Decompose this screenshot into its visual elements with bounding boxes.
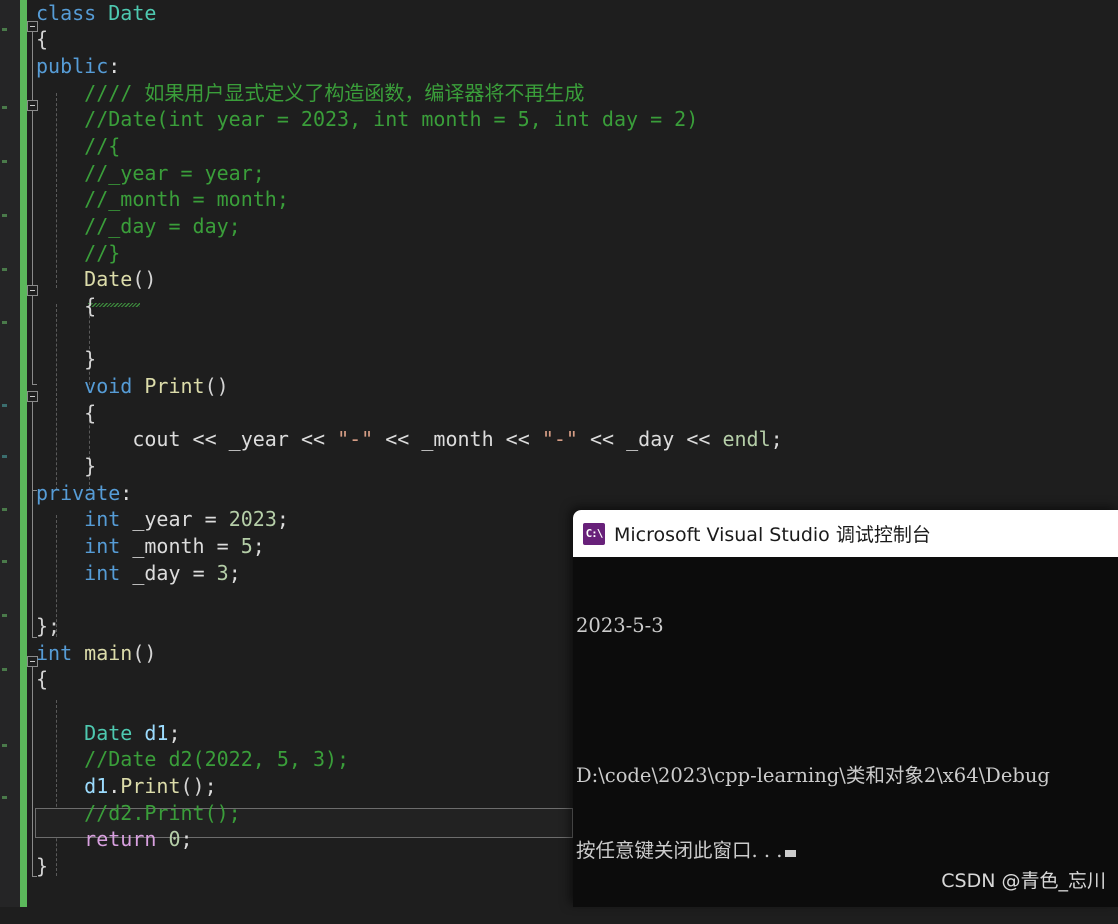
console-prompt-text: 按任意键关闭此窗口. . .: [576, 839, 783, 862]
code-line[interactable]: {: [36, 293, 96, 319]
visual-studio-console-icon: C:\: [583, 522, 605, 545]
code-line[interactable]: }: [36, 853, 48, 879]
code-line[interactable]: class Date: [36, 0, 156, 26]
console-output-line: 按任意键关闭此窗口. . .: [576, 838, 1118, 863]
code-line[interactable]: int _year = 2023;: [36, 506, 289, 532]
code-line[interactable]: void Print(): [36, 373, 229, 399]
code-line[interactable]: //// 如果用户显式定义了构造函数，编译器将不再生成: [36, 80, 584, 106]
code-line[interactable]: Date(): [36, 266, 156, 292]
csdn-watermark: CSDN @青色_忘川: [941, 870, 1106, 892]
code-line[interactable]: }: [36, 346, 96, 372]
code-line[interactable]: d1.Print();: [36, 773, 217, 799]
changed-lines-bar: [20, 0, 27, 907]
code-line[interactable]: //_day = day;: [36, 213, 241, 239]
console-output-blank-line: [576, 688, 1118, 713]
code-line[interactable]: public:: [36, 53, 120, 79]
console-output[interactable]: 2023-5-3 D:\code\2023\cpp-learning\类和对象2…: [573, 557, 1118, 907]
code-line[interactable]: [36, 693, 48, 719]
code-line[interactable]: cout << _year << "-" << _month << "-" <<…: [36, 426, 782, 452]
console-output-line: 2023-5-3: [576, 614, 664, 637]
debug-console-window[interactable]: C:\ Microsoft Visual Studio 调试控制台 2023-5…: [573, 510, 1118, 907]
editor-indicator-strip[interactable]: [0, 0, 20, 907]
console-title-bar[interactable]: C:\ Microsoft Visual Studio 调试控制台: [573, 510, 1118, 557]
code-line[interactable]: [36, 586, 48, 612]
code-line[interactable]: int _day = 3;: [36, 560, 241, 586]
code-line[interactable]: [36, 320, 48, 346]
code-line[interactable]: //Date(int year = 2023, int month = 5, i…: [36, 106, 698, 132]
code-line[interactable]: }: [36, 453, 96, 479]
code-line[interactable]: //_month = month;: [36, 186, 289, 212]
code-line[interactable]: //_year = year;: [36, 160, 265, 186]
console-caret: [784, 850, 796, 857]
code-line[interactable]: return 0;: [36, 826, 192, 852]
code-line[interactable]: };: [36, 613, 60, 639]
console-output-line: D:\code\2023\cpp-learning\类和对象2\x64\Debu…: [576, 764, 1050, 787]
code-line[interactable]: //}: [36, 240, 120, 266]
code-line[interactable]: {: [36, 666, 48, 692]
console-title: Microsoft Visual Studio 调试控制台: [614, 524, 931, 546]
code-line[interactable]: {: [36, 400, 96, 426]
code-line[interactable]: Date d1;: [36, 720, 180, 746]
code-line[interactable]: //d2.Print();: [36, 800, 241, 826]
code-line[interactable]: private:: [36, 480, 132, 506]
code-line[interactable]: //{: [36, 133, 120, 159]
code-line[interactable]: {: [36, 26, 48, 52]
code-line[interactable]: int main(): [36, 640, 156, 666]
code-line[interactable]: int _month = 5;: [36, 533, 265, 559]
code-line[interactable]: //Date d2(2022, 5, 3);: [36, 746, 349, 772]
